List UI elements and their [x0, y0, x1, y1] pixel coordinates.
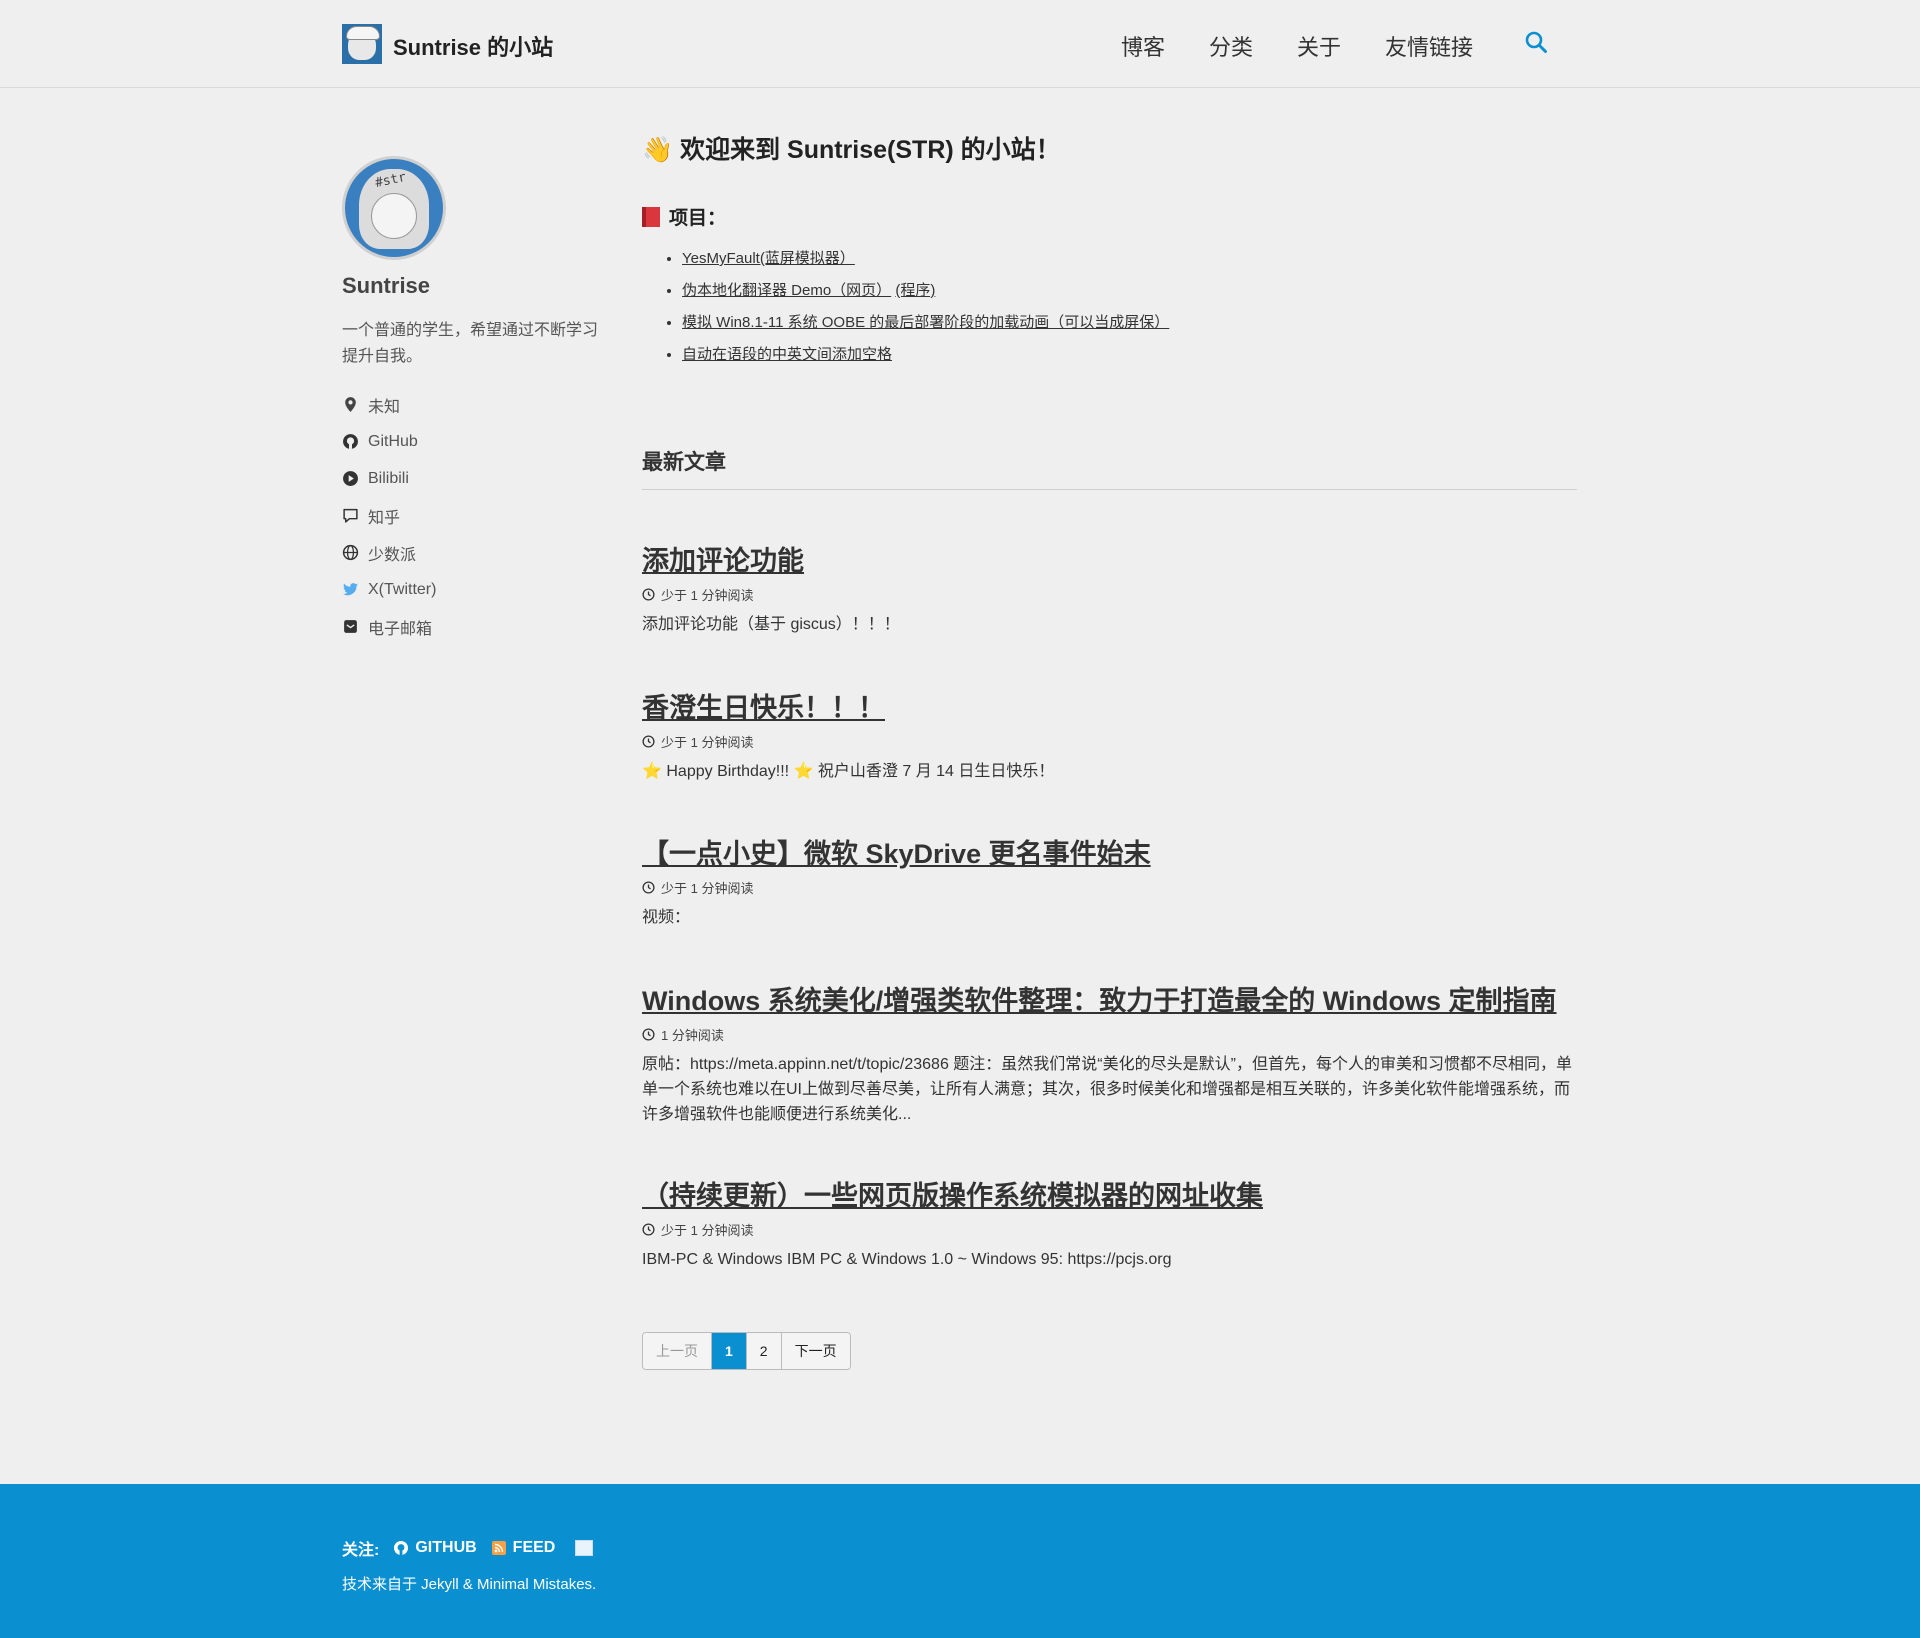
post-meta: 少于 1 分钟阅读: [642, 1220, 1577, 1239]
follow-bar: 关注: GITHUB FEED: [342, 1536, 594, 1560]
read-time: 少于 1 分钟阅读: [661, 881, 754, 896]
post-meta: 少于 1 分钟阅读: [642, 732, 1577, 751]
project-link[interactable]: 伪本地化翻译器 Demo（网页）: [682, 282, 891, 299]
recent-posts-title: 最新文章: [642, 446, 1577, 490]
rss-icon: [491, 1541, 506, 1555]
post-title[interactable]: （持续更新）一些网页版操作系统模拟器的网址收集: [642, 1174, 1577, 1213]
post-item: 香澄生日快乐！！！ 少于 1 分钟阅读 ⭐ Happy Birthday!!! …: [642, 686, 1577, 784]
main-nav: 博客 分类 关于 友情链接: [1121, 30, 1517, 62]
author-link-sspai[interactable]: 少数派: [342, 534, 436, 571]
post-item: （持续更新）一些网页版操作系统模拟器的网址收集 少于 1 分钟阅读 IBM-PC…: [642, 1174, 1577, 1272]
location-icon: [345, 397, 356, 412]
post-excerpt: ⭐ Happy Birthday!!! ⭐ 祝户山香澄 7 月 14 日生日快乐…: [642, 763, 1055, 780]
post-item: Windows 系统美化/增强类软件整理：致力于打造最全的 Windows 定制…: [642, 979, 1577, 1127]
comment-icon: [343, 508, 358, 523]
footer-feed-label[interactable]: FEED: [513, 1539, 556, 1557]
author-link-label[interactable]: Bilibili: [368, 470, 409, 488]
clock-icon: [642, 1028, 655, 1041]
footer-github-link[interactable]: GITHUB: [393, 1539, 477, 1557]
author-link-github[interactable]: GitHub: [342, 423, 436, 460]
author-link-location: 未知: [342, 386, 436, 423]
clock-icon: [642, 588, 655, 601]
twitter-icon: [343, 583, 358, 596]
post-meta: 少于 1 分钟阅读: [642, 585, 1577, 604]
nav-blog[interactable]: 博客: [1121, 30, 1165, 62]
author-name: Suntrise: [342, 273, 431, 298]
prev-page-button: 上一页: [643, 1333, 712, 1369]
author-link-bilibili[interactable]: Bilibili: [342, 460, 436, 497]
post-meta: 1 分钟阅读: [642, 1025, 1577, 1044]
clock-icon: [642, 1223, 655, 1236]
welcome-heading: 👋 欢迎来到 Suntrise(STR) 的小站！: [642, 136, 1061, 164]
author-avatar: #str: [342, 156, 446, 260]
post-item: 添加评论功能 少于 1 分钟阅读 添加评论功能（基于 giscus）！！！: [642, 539, 1577, 637]
footer-copyright: 技术来自于 Jekyll & Minimal Mistakes.: [342, 1576, 597, 1593]
author-bio: 一个普通的学生，希望通过不断学习提升自我。: [342, 322, 599, 365]
site-title[interactable]: Suntrise 的小站: [393, 30, 553, 62]
author-link-label: 未知: [368, 398, 401, 416]
post-excerpt: 添加评论功能（基于 giscus）！！！: [642, 616, 900, 633]
read-time: 少于 1 分钟阅读: [661, 588, 754, 603]
pagination: 上一页 1 2 下一页: [642, 1332, 851, 1370]
list-item: YesMyFault(蓝屏模拟器）: [682, 245, 1169, 277]
list-item: 自动在语段的中英文间添加空格: [682, 341, 1169, 373]
projects-heading-label: 项目：: [669, 208, 727, 229]
project-link[interactable]: 自动在语段的中英文间添加空格: [682, 346, 892, 363]
page-footer: 关注: GITHUB FEED 技术来自于 Jekyll & Minimal M…: [0, 1484, 1920, 1638]
author-link-label[interactable]: X(Twitter): [368, 581, 436, 599]
post-excerpt: 原帖：https://meta.appinn.net/t/topic/23686…: [642, 1056, 1572, 1123]
search-icon[interactable]: [1524, 30, 1548, 54]
masthead: Suntrise 的小站 博客 分类 关于 友情链接: [0, 0, 1920, 88]
book-icon: [642, 206, 660, 227]
read-time: 少于 1 分钟阅读: [661, 1223, 754, 1238]
author-link-label[interactable]: GitHub: [368, 433, 418, 451]
page-1-button[interactable]: 1: [712, 1333, 747, 1369]
post-item: 【一点小史】微软 SkyDrive 更名事件始末 少于 1 分钟阅读 视频：: [642, 832, 1577, 930]
footer-github-label[interactable]: GITHUB: [415, 1539, 476, 1557]
author-link-twitter[interactable]: X(Twitter): [342, 571, 436, 608]
read-time: 1 分钟阅读: [661, 1028, 724, 1043]
author-link-label[interactable]: 少数派: [368, 541, 416, 565]
post-excerpt: IBM-PC & Windows IBM PC & Windows 1.0 ~ …: [642, 1251, 1172, 1268]
post-title[interactable]: 添加评论功能: [642, 539, 1577, 578]
author-link-email[interactable]: 电子邮箱: [342, 608, 436, 645]
follow-label: 关注:: [342, 1542, 380, 1559]
site-logo[interactable]: [342, 24, 382, 64]
author-link-label[interactable]: 知乎: [368, 504, 400, 528]
nav-categories[interactable]: 分类: [1209, 30, 1253, 62]
author-links: 未知 GitHub Bilibili 知乎 少数派 X(Twitter) 电子邮…: [342, 386, 436, 645]
next-page-button[interactable]: 下一页: [781, 1333, 850, 1369]
nav-about[interactable]: 关于: [1297, 30, 1341, 62]
read-time: 少于 1 分钟阅读: [661, 735, 754, 750]
project-link[interactable]: YesMyFault(蓝屏模拟器）: [682, 250, 855, 267]
github-icon: [394, 1541, 409, 1555]
author-link-label[interactable]: 电子邮箱: [368, 615, 432, 639]
post-meta: 少于 1 分钟阅读: [642, 878, 1577, 897]
email-icon: [344, 620, 357, 633]
post-title[interactable]: 【一点小史】微软 SkyDrive 更名事件始末: [642, 832, 1577, 871]
clock-icon: [642, 735, 655, 748]
list-item: 伪本地化翻译器 Demo（网页） (程序): [682, 277, 1169, 309]
post-title[interactable]: 香澄生日快乐！！！: [642, 686, 1577, 725]
project-link[interactable]: 模拟 Win8.1-11 系统 OOBE 的最后部署阶段的加载动画（可以当成屏保…: [682, 314, 1169, 331]
github-icon: [343, 434, 358, 449]
nav-links[interactable]: 友情链接: [1385, 30, 1473, 62]
page-2-button[interactable]: 2: [746, 1333, 782, 1369]
projects-list: YesMyFault(蓝屏模拟器） 伪本地化翻译器 Demo（网页） (程序) …: [642, 245, 1169, 373]
project-extra-link[interactable]: (程序): [895, 282, 935, 299]
clock-icon: [642, 881, 655, 894]
post-excerpt: 视频：: [642, 909, 691, 926]
post-title[interactable]: Windows 系统美化/增强类软件整理：致力于打造最全的 Windows 定制…: [642, 979, 1577, 1018]
author-link-zhihu[interactable]: 知乎: [342, 497, 436, 534]
list-item: 模拟 Win8.1-11 系统 OOBE 的最后部署阶段的加载动画（可以当成屏保…: [682, 309, 1169, 341]
footer-feed-link[interactable]: FEED: [491, 1539, 556, 1557]
projects-heading: 项目：: [642, 203, 726, 230]
play-icon: [343, 471, 358, 486]
globe-icon: [342, 544, 359, 561]
broken-image-icon: [575, 1540, 594, 1556]
